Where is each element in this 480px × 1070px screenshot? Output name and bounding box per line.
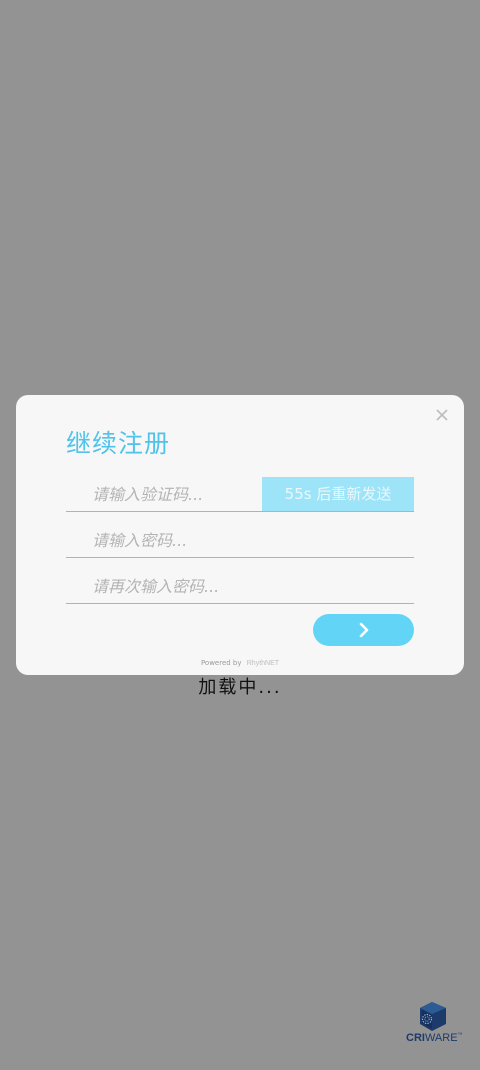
register-dialog: 继续注册 55s 后重新发送 Powered by RhythNET — [16, 395, 464, 675]
password-input[interactable] — [92, 523, 392, 557]
criware-cube-icon — [420, 1002, 446, 1031]
verification-code-field: 55s 后重新发送 — [66, 477, 414, 512]
password-field — [66, 523, 414, 558]
next-button[interactable] — [313, 614, 414, 646]
chevron-right-icon — [359, 622, 368, 638]
resend-code-button[interactable]: 55s 后重新发送 — [262, 477, 414, 511]
confirm-password-input[interactable] — [92, 569, 392, 603]
dialog-title: 继续注册 — [66, 429, 171, 458]
criware-logo-text: CRIWARE™ — [406, 1032, 463, 1044]
loading-text: 加载中... — [198, 677, 282, 698]
powered-by-prefix: Powered by — [200, 659, 242, 667]
close-icon[interactable] — [434, 407, 450, 423]
powered-by: Powered by RhythNET — [16, 659, 464, 667]
powered-by-brand: RhythNET — [246, 660, 280, 667]
verification-code-input[interactable] — [92, 477, 252, 511]
confirm-password-field — [66, 569, 414, 604]
criware-logo: CRIWARE™ — [406, 1000, 463, 1050]
